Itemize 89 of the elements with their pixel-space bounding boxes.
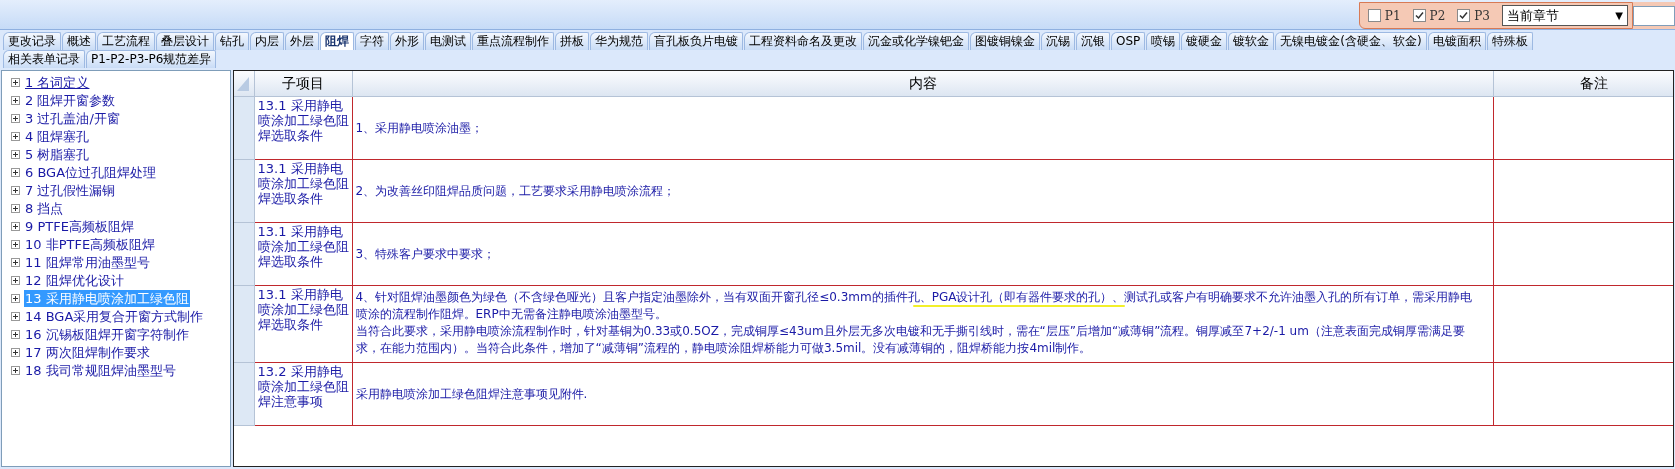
checkbox-label: P3 (1474, 7, 1490, 25)
tab[interactable]: 拼板 (555, 32, 589, 50)
expand-icon[interactable] (11, 113, 20, 123)
input-field[interactable] (1633, 5, 1675, 26)
tab[interactable]: 重点流程制作 (472, 32, 554, 50)
expand-icon[interactable] (11, 311, 20, 321)
tree-item[interactable]: 11 阻焊常用油墨型号 (24, 253, 151, 271)
tab[interactable]: 叠层设计 (156, 32, 214, 50)
tab[interactable]: 沉银 (1076, 32, 1110, 50)
tab[interactable]: 工程资料命名及更改 (744, 32, 862, 50)
expand-icon[interactable] (11, 77, 20, 87)
table-cell: 13.2 采用静电喷涂加工绿色阻焊注意事项 (254, 362, 352, 425)
tab[interactable]: 电测试 (425, 32, 471, 50)
tab[interactable]: 沉锡 (1041, 32, 1075, 50)
checkbox-label: P1 (1384, 7, 1401, 25)
tab[interactable]: 镀硬金 (1181, 32, 1228, 50)
tab[interactable]: 钻孔 (215, 32, 249, 50)
expand-icon[interactable] (11, 131, 20, 141)
tab[interactable]: 阻焊 (320, 32, 354, 50)
tree-item[interactable]: 3 过孔盖油/开窗 (24, 109, 121, 127)
checkbox-label: P2 (1429, 7, 1446, 25)
expand-icon[interactable] (11, 149, 20, 159)
tree-item[interactable]: 2 阻焊开窗参数 (24, 91, 117, 109)
tree-item[interactable]: 6 BGA位过孔阻焊处理 (24, 163, 158, 181)
tab[interactable]: 特殊板 (1486, 32, 1533, 50)
tab[interactable]: OSP (1111, 32, 1146, 50)
tree-item[interactable]: 14 BGA采用复合开窗方式制作 (24, 307, 205, 325)
tab[interactable]: 概述 (62, 32, 96, 50)
tab[interactable]: 喷锡 (1146, 32, 1181, 50)
column-header[interactable]: 备注 (1493, 71, 1673, 96)
dropdown-arrow-icon: ▼ (1615, 8, 1623, 23)
tab[interactable]: 更改记录 (3, 32, 61, 50)
checkbox[interactable] (1367, 9, 1381, 22)
tab[interactable]: 无镍电镀金(含硬金、软金) (1275, 32, 1427, 50)
expand-icon[interactable] (11, 185, 20, 195)
tab[interactable]: 图镀铜镍金 (970, 32, 1040, 50)
tree-item[interactable]: 12 阻焊优化设计 (24, 271, 125, 289)
tab[interactable]: 相关表单记录 (3, 50, 85, 68)
tree-item[interactable]: 7 过孔假性漏铜 (24, 181, 117, 199)
table-cell: 13.1 采用静电喷涂加工绿色阻焊选取条件 (254, 159, 352, 222)
tab[interactable]: 工艺流程 (97, 32, 155, 50)
expand-icon[interactable] (11, 257, 20, 267)
tree-item[interactable]: 10 非PTFE高频板阻焊 (24, 235, 157, 253)
tree-item[interactable]: 9 PTFE高频板阻焊 (24, 217, 135, 235)
tree-item[interactable]: 17 两次阻焊制作要求 (24, 343, 151, 361)
tab[interactable]: 外层 (285, 32, 319, 50)
tab[interactable]: 外形 (390, 32, 424, 50)
corner-icon (234, 71, 254, 96)
expand-icon[interactable] (11, 275, 20, 285)
table-cell: 13.1 采用静电喷涂加工绿色阻焊选取条件 (254, 96, 352, 159)
row-header (234, 222, 254, 285)
table-cell: 4、针对阻焊油墨颜色为绿色（不含绿色哑光）且客户指定油墨除外，当有双面开窗孔径≤0.3mm的插件孔、PGA设计孔（即有器件要求的孔）、测试孔或客户有明确要求不允许油墨入孔的所有订单，需采用静电喷涂的流程制作阻焊。ERP中无需备注静电喷涂油墨型号。 当符合此要求，采用静电喷涂流程制作时，针对基铜为0.33或0.5OZ，完成铜厚≤43um且外层无多次电镀和无手撕引线时，需在“层压”后增加“减薄铜”流程。铜厚减至7+2/-1 um（注意表面完成铜厚需满足要求，在能力范围内）。当符合此条件，增加了“减薄铜”流程的，静电喷涂阻焊桥能力可做3.5mil。没有减薄铜的，阻焊桥能力按4mil制作。 (352, 285, 1493, 362)
table-cell: 13.1 采用静电喷涂加工绿色阻焊选取条件 (254, 222, 352, 285)
chapter-dropdown[interactable]: 当前章节 ▼ (1502, 5, 1628, 26)
table-cell: 采用静电喷涂加工绿色阻焊注意事项见附件. (352, 362, 1493, 425)
tab[interactable]: P1-P2-P3-P6规范差异 (86, 50, 217, 68)
expand-icon[interactable] (11, 365, 20, 375)
expand-icon[interactable] (11, 167, 20, 177)
tree-item[interactable]: 1 名词定义 (24, 73, 91, 91)
row-header (234, 96, 254, 159)
tab[interactable]: 字符 (355, 32, 389, 50)
expand-icon[interactable] (11, 347, 20, 357)
tab[interactable]: 镀软金 (1228, 32, 1275, 50)
tree-item[interactable]: 16 沉锡板阻焊开窗字符制作 (24, 325, 190, 343)
tree-item[interactable]: 18 我司常规阻焊油墨型号 (24, 361, 177, 379)
row-header (234, 159, 254, 222)
expand-icon[interactable] (11, 95, 20, 105)
expand-icon[interactable] (11, 203, 20, 213)
table-cell: 2、为改善丝印阻焊品质问题，工艺要求采用静电喷涂流程； (352, 159, 1493, 222)
checkbox[interactable] (1457, 9, 1471, 22)
row-header (234, 362, 254, 425)
tab[interactable]: 内层 (250, 32, 284, 50)
expand-icon[interactable] (11, 239, 20, 249)
column-header[interactable]: 内容 (352, 71, 1493, 96)
checkbox[interactable] (1412, 9, 1426, 22)
tree-item[interactable]: 8 挡点 (24, 199, 65, 217)
expand-icon[interactable] (11, 221, 20, 231)
tab[interactable]: 华为规范 (590, 32, 648, 50)
table-cell: 3、特殊客户要求中要求； (352, 222, 1493, 285)
table-cell: 1、采用静电喷涂油墨； (352, 96, 1493, 159)
expand-icon[interactable] (11, 329, 20, 339)
tree-item[interactable]: 4 阻焊塞孔 (24, 127, 91, 145)
tab[interactable]: 沉金或化学镍钯金 (863, 32, 969, 50)
tab[interactable]: 盲孔板负片电镀 (649, 32, 743, 50)
expand-icon[interactable] (11, 293, 20, 303)
table-cell: 13.1 采用静电喷涂加工绿色阻焊选取条件 (254, 285, 352, 362)
column-header[interactable]: 子项目 (254, 71, 352, 96)
tree-item[interactable]: 5 树脂塞孔 (24, 145, 91, 163)
tab[interactable]: 电镀面积 (1427, 32, 1486, 50)
